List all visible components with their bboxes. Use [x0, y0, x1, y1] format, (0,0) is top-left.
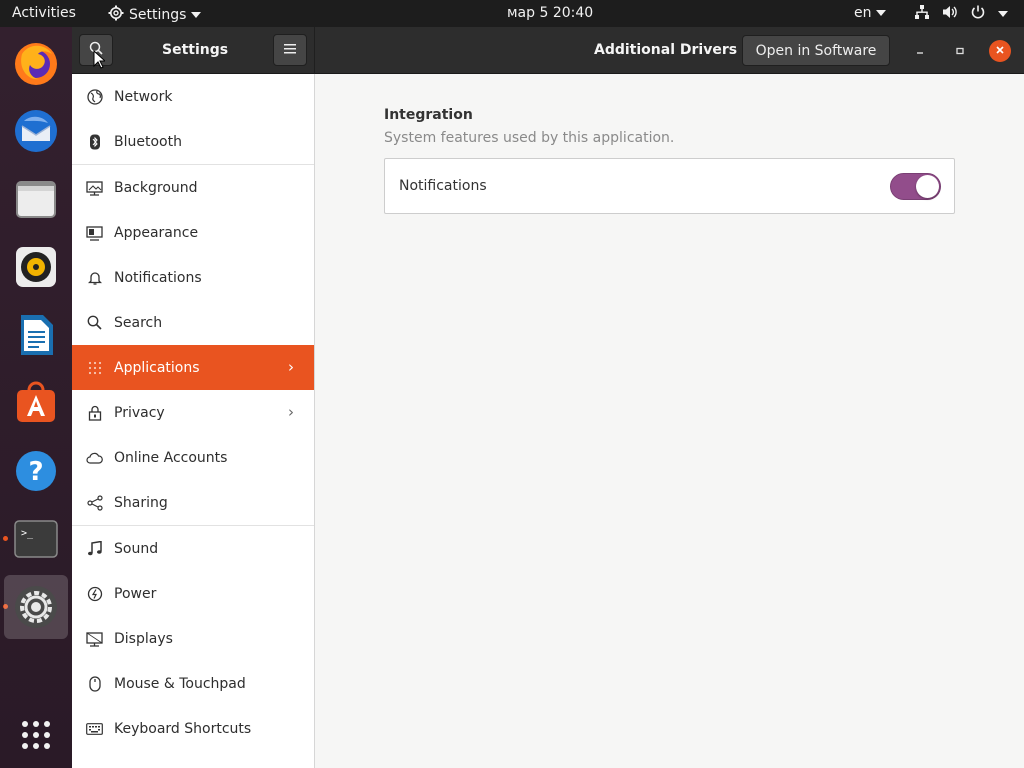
- dock: ? >_: [0, 27, 72, 768]
- panel-title: Additional Drivers: [594, 42, 738, 58]
- chevron-down-icon: [875, 10, 886, 16]
- lock-icon: [86, 404, 103, 421]
- search-icon: [86, 314, 103, 331]
- notifications-row-label: Notifications: [399, 178, 487, 194]
- gear-icon: [108, 5, 124, 25]
- chevron-down-icon: [191, 12, 202, 18]
- power-icon: [970, 4, 986, 24]
- sidebar-item-privacy[interactable]: Privacy ›: [72, 390, 314, 435]
- help-icon[interactable]: ?: [8, 443, 64, 499]
- show-applications-icon[interactable]: [8, 707, 64, 763]
- app-menu-label: Settings: [129, 7, 187, 23]
- files-icon[interactable]: [8, 171, 64, 227]
- clock[interactable]: мар 5 20:40: [507, 5, 593, 21]
- display-icon: [86, 630, 103, 647]
- sidebar-item-sound[interactable]: Sound: [72, 526, 314, 571]
- sidebar-item-label: Sound: [114, 540, 159, 557]
- svg-text:>_: >_: [21, 528, 34, 539]
- input-source-label: en: [854, 5, 872, 21]
- sidebar-item-mouse-touchpad[interactable]: Mouse & Touchpad: [72, 661, 314, 706]
- libreoffice-writer-icon[interactable]: [8, 307, 64, 363]
- sidebar-item-label: Bluetooth: [114, 133, 182, 150]
- sidebar-item-keyboard-shortcuts[interactable]: Keyboard Shortcuts: [72, 706, 314, 751]
- terminal-icon[interactable]: >_: [8, 511, 64, 567]
- sidebar-item-label: Applications: [114, 359, 200, 376]
- sidebar-item-label: Notifications: [114, 269, 202, 286]
- sidebar-item-displays[interactable]: Displays: [72, 616, 314, 661]
- top-bar: Activities Settings мар 5 20:40 en: [0, 0, 1024, 27]
- sidebar-item-label: Background: [114, 179, 198, 196]
- music-note-icon: [86, 540, 103, 557]
- chevron-right-icon: ›: [288, 358, 294, 376]
- sidebar-title: Settings: [162, 42, 229, 58]
- sidebar-item-appearance[interactable]: Appearance: [72, 210, 314, 255]
- chevron-right-icon: ›: [288, 403, 294, 421]
- settings-sidebar: Network Bluetooth Background Appearance …: [72, 74, 315, 768]
- mouse-icon: [86, 675, 103, 692]
- sidebar-item-label: Mouse & Touchpad: [114, 675, 246, 692]
- svg-text:?: ?: [28, 457, 43, 487]
- bell-icon: [86, 269, 103, 286]
- sidebar-item-power[interactable]: Power: [72, 571, 314, 616]
- sidebar-item-label: Appearance: [114, 224, 199, 241]
- input-source-menu[interactable]: en: [854, 5, 886, 21]
- sidebar-header: Settings: [72, 27, 315, 74]
- appearance-icon: [86, 224, 103, 241]
- share-icon: [86, 494, 103, 511]
- applications-panel: Integration System features used by this…: [315, 74, 1024, 768]
- firefox-icon[interactable]: [8, 35, 64, 91]
- open-in-software-button[interactable]: Open in Software: [742, 35, 890, 66]
- sidebar-item-sharing[interactable]: Sharing: [72, 480, 314, 525]
- integration-list: Notifications: [384, 158, 955, 214]
- thunderbird-icon[interactable]: [8, 103, 64, 159]
- window-header-bar: Settings Additional Drivers Open in Soft…: [72, 27, 1024, 74]
- minimize-button[interactable]: [909, 40, 931, 62]
- sidebar-item-label: Keyboard Shortcuts: [114, 720, 252, 737]
- sidebar-item-label: Search: [114, 314, 163, 331]
- sidebar-item-label: Online Accounts: [114, 449, 228, 466]
- rhythmbox-icon[interactable]: [8, 239, 64, 295]
- keyboard-icon: [86, 720, 103, 737]
- hamburger-icon: [284, 42, 296, 58]
- sidebar-item-label: Displays: [114, 630, 173, 647]
- sidebar-item-search[interactable]: Search: [72, 300, 314, 345]
- sidebar-item-label: Power: [114, 585, 157, 602]
- activities-button[interactable]: Activities: [12, 5, 76, 21]
- sidebar-item-label: Sharing: [114, 494, 168, 511]
- hamburger-menu-button[interactable]: [273, 34, 307, 66]
- toggle-knob: [916, 175, 939, 198]
- mouse-pointer-icon: [93, 50, 105, 69]
- sidebar-item-label: Network: [114, 88, 173, 105]
- sidebar-item-applications[interactable]: Applications ›: [72, 345, 314, 390]
- background-icon: [86, 179, 103, 196]
- sidebar-item-network[interactable]: Network: [72, 74, 314, 119]
- power-icon: [86, 585, 103, 602]
- settings-app-icon[interactable]: [4, 575, 68, 639]
- sidebar-item-background[interactable]: Background: [72, 165, 314, 210]
- close-icon: [995, 44, 1005, 58]
- cloud-icon: [86, 449, 103, 466]
- sidebar-item-online-accounts[interactable]: Online Accounts: [72, 435, 314, 480]
- close-button[interactable]: [989, 40, 1011, 62]
- chevron-down-icon: [998, 11, 1008, 17]
- sidebar-item-label: Privacy: [114, 404, 165, 421]
- sidebar-item-bluetooth[interactable]: Bluetooth: [72, 119, 314, 164]
- network-wired-icon: [914, 4, 930, 24]
- section-title: Integration: [384, 107, 473, 123]
- sidebar-item-notifications[interactable]: Notifications: [72, 255, 314, 300]
- notifications-toggle[interactable]: [890, 173, 941, 200]
- network-icon: [86, 88, 103, 105]
- ubuntu-software-icon[interactable]: [8, 375, 64, 431]
- app-menu[interactable]: Settings: [108, 5, 202, 25]
- volume-icon: [942, 4, 958, 24]
- bluetooth-icon: [86, 133, 103, 150]
- section-subtitle: System features used by this application…: [384, 130, 675, 146]
- system-tray[interactable]: [914, 4, 1008, 24]
- apps-grid-icon: [86, 359, 103, 376]
- maximize-button[interactable]: [949, 40, 971, 62]
